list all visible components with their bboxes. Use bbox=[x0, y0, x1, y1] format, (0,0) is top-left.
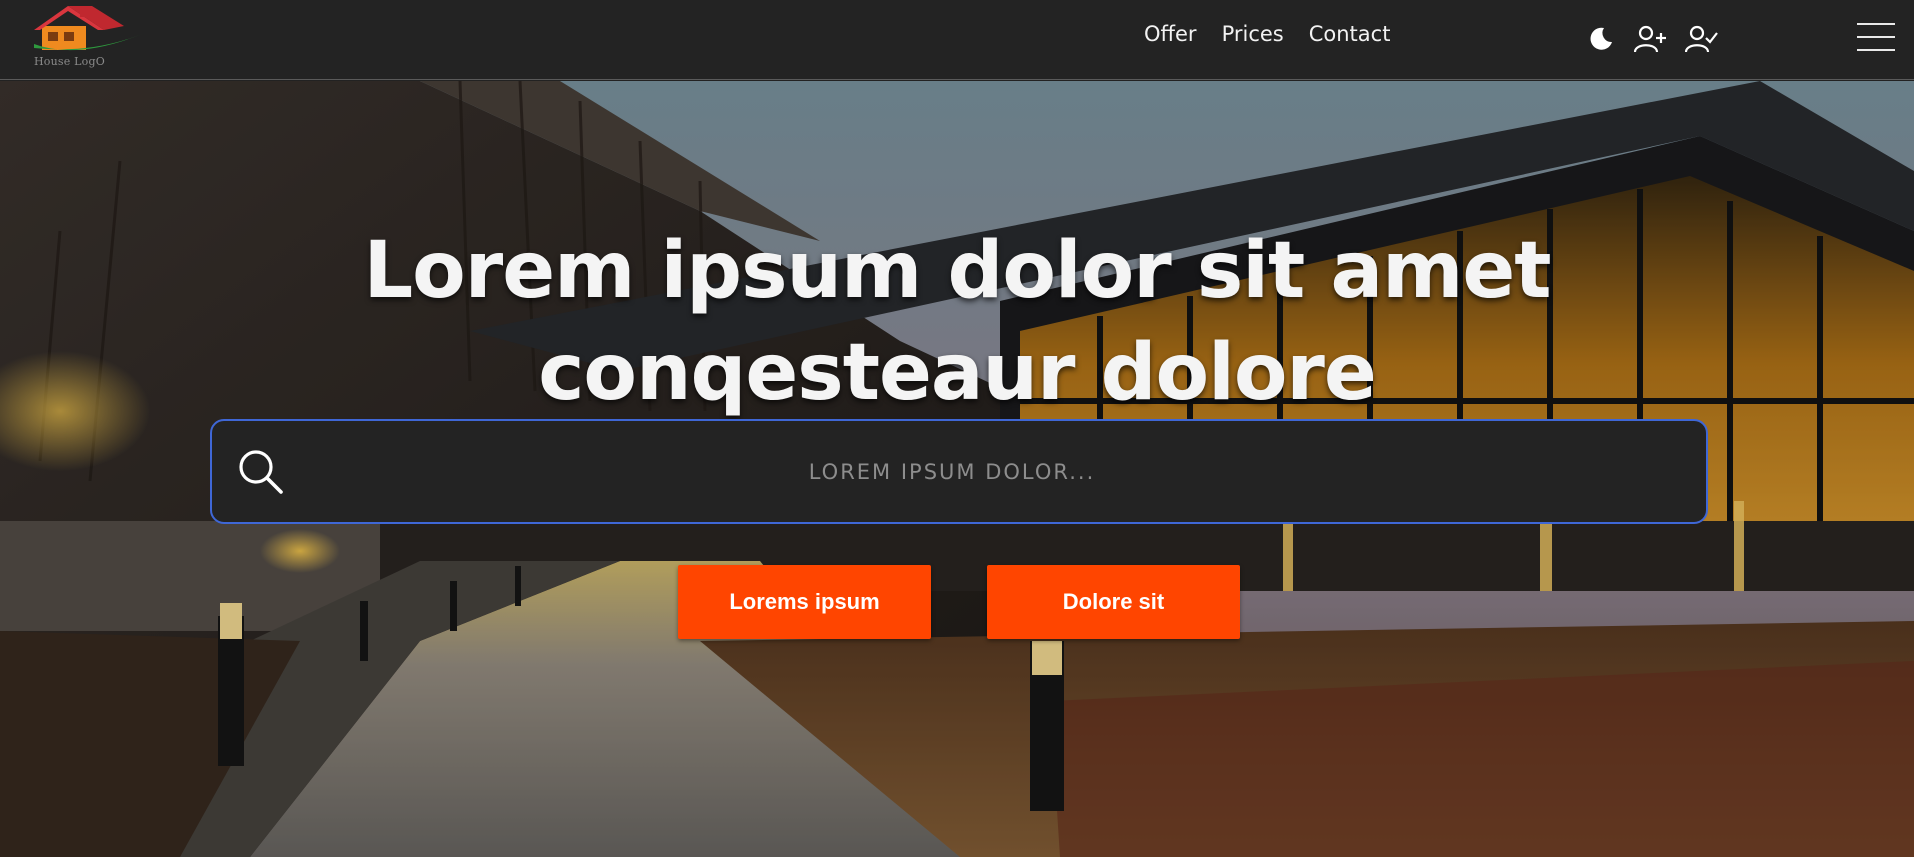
user-add-icon bbox=[1634, 25, 1666, 53]
search-input[interactable] bbox=[302, 441, 1602, 503]
main-nav: Offer Prices Contact bbox=[1144, 22, 1390, 46]
nav-item-offer[interactable]: Offer bbox=[1144, 22, 1197, 46]
search-bar[interactable] bbox=[210, 419, 1708, 524]
moon-icon bbox=[1590, 27, 1612, 50]
primary-cta-button[interactable]: Lorems ipsum bbox=[678, 565, 931, 639]
hero-section: Lorem ipsum dolor sit amet conqesteaur d… bbox=[0, 81, 1914, 857]
user-check-icon bbox=[1685, 25, 1718, 53]
hero-title-line1: Lorem ipsum dolor sit amet bbox=[363, 226, 1551, 316]
register-button[interactable] bbox=[1634, 22, 1668, 56]
logo-text: House LogO bbox=[34, 55, 105, 68]
nav-item-prices[interactable]: Prices bbox=[1222, 22, 1284, 46]
login-button[interactable] bbox=[1685, 22, 1719, 56]
house-logo-icon bbox=[34, 6, 142, 51]
search-icon[interactable] bbox=[236, 447, 286, 497]
hero-title: Lorem ipsum dolor sit amet conqesteaur d… bbox=[0, 220, 1914, 424]
nav-item-contact[interactable]: Contact bbox=[1309, 22, 1391, 46]
hero-title-line2: conqesteaur dolore bbox=[538, 328, 1377, 418]
hamburger-menu-icon[interactable] bbox=[1857, 23, 1895, 53]
top-navbar: House LogO Offer Prices Contact bbox=[0, 0, 1914, 80]
dark-mode-toggle[interactable] bbox=[1583, 22, 1617, 56]
secondary-cta-button[interactable]: Dolore sit bbox=[987, 565, 1240, 639]
house-logo[interactable]: House LogO bbox=[32, 4, 147, 72]
